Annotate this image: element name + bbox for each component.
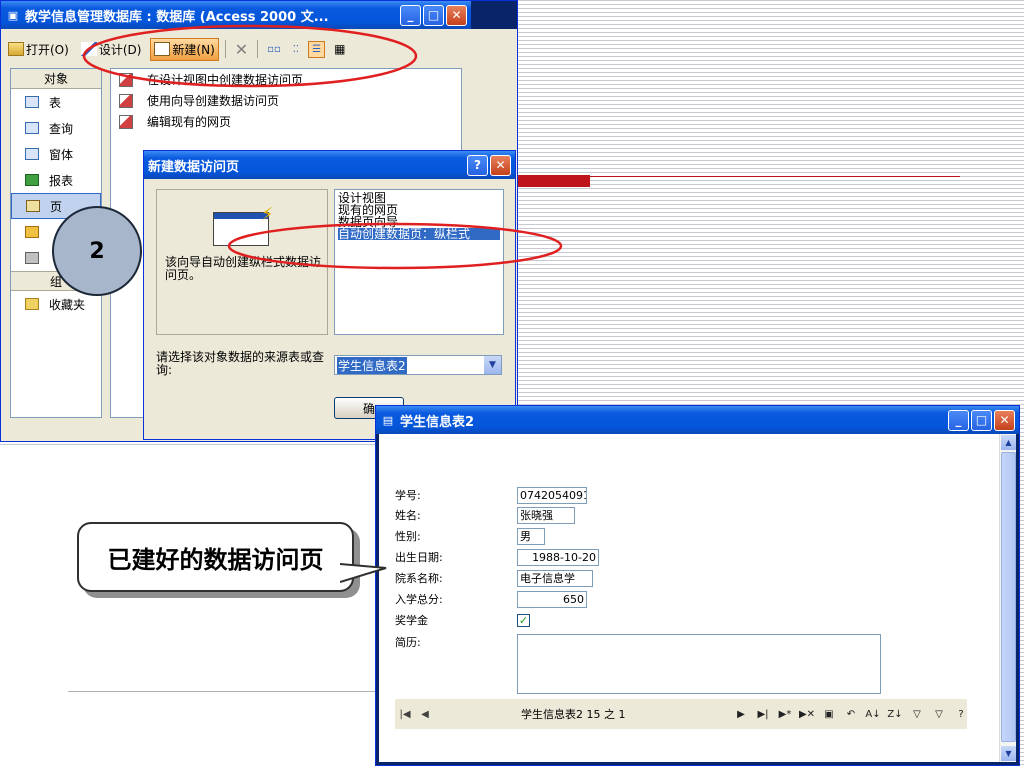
scroll-up-icon[interactable]: ▲ [1001, 435, 1016, 450]
student-id-input[interactable]: 0742054091 [517, 487, 587, 504]
form-content: 学号: 0742054091 姓名: 张晓强 性别: 男 出生日期: 1988-… [379, 434, 1016, 762]
delete-record-icon[interactable]: ▶✕ [797, 709, 817, 720]
gender-input[interactable]: 男 [517, 528, 545, 545]
sort-descending-icon[interactable]: Z↓ [885, 709, 905, 720]
callout-pointer [340, 563, 387, 583]
form-window-title: 学生信息表2 [400, 414, 475, 430]
new-record-icon[interactable]: ▶* [775, 709, 795, 720]
department-input[interactable]: 电子信息学 [517, 570, 593, 587]
page-icon: ▤ [382, 413, 394, 427]
next-record-icon[interactable]: ▶ [731, 709, 751, 720]
scholarship-checkbox[interactable]: ✓ [517, 614, 530, 627]
form-window-titlebar[interactable]: ▤ 学生信息表2 _ □ ✕ [376, 406, 1019, 434]
sort-ascending-icon[interactable]: A↓ [863, 709, 883, 720]
help-icon[interactable]: ? [951, 709, 971, 720]
maximize-button[interactable]: □ [971, 409, 992, 431]
resume-textarea[interactable] [517, 634, 881, 694]
minimize-button[interactable]: _ [948, 409, 969, 431]
vertical-scrollbar[interactable]: ▲ ▼ [999, 434, 1016, 762]
birth-date-input[interactable]: 1988-10-20 [517, 549, 599, 566]
undo-icon[interactable]: ↶ [841, 709, 861, 720]
resume-label: 简历: [395, 636, 421, 649]
toggle-filter-icon[interactable]: ▽ [929, 709, 949, 720]
field-label: 学号: [395, 489, 421, 502]
toolbar-highlight-ellipse [82, 24, 418, 88]
close-button[interactable]: ✕ [994, 409, 1015, 431]
record-navigation-bar: |◀ ◀ 学生信息表2 15 之 1 ▶ ▶| ▶* ▶✕ ▣ ↶ A↓ Z↓ … [395, 699, 967, 729]
save-record-icon[interactable]: ▣ [819, 709, 839, 720]
name-input[interactable]: 张晓强 [517, 507, 575, 524]
entrance-score-input[interactable]: 650 [517, 591, 587, 608]
option-highlight-ellipse [227, 222, 563, 270]
field-label: 院系名称: [395, 572, 443, 585]
scroll-down-icon[interactable]: ▼ [1001, 746, 1016, 761]
scrollbar-thumb[interactable] [1001, 452, 1016, 742]
form-window: ▤ 学生信息表2 _ □ ✕ 学号: 0742054091 姓名: 张晓强 性别… [375, 405, 1020, 766]
field-label: 出生日期: [395, 551, 443, 564]
record-position-text: 学生信息表2 15 之 1 [521, 708, 626, 721]
scholarship-label: 奖学金 [395, 614, 428, 627]
first-record-icon[interactable]: |◀ [395, 709, 415, 720]
filter-by-selection-icon[interactable]: ▽ [907, 709, 927, 720]
field-label: 入学总分: [395, 593, 443, 606]
field-label: 性别: [395, 530, 421, 543]
field-label: 姓名: [395, 509, 421, 522]
last-record-icon[interactable]: ▶| [753, 709, 773, 720]
callout-box: 已建好的数据访问页 [77, 522, 354, 592]
previous-record-icon[interactable]: ◀ [415, 709, 435, 720]
